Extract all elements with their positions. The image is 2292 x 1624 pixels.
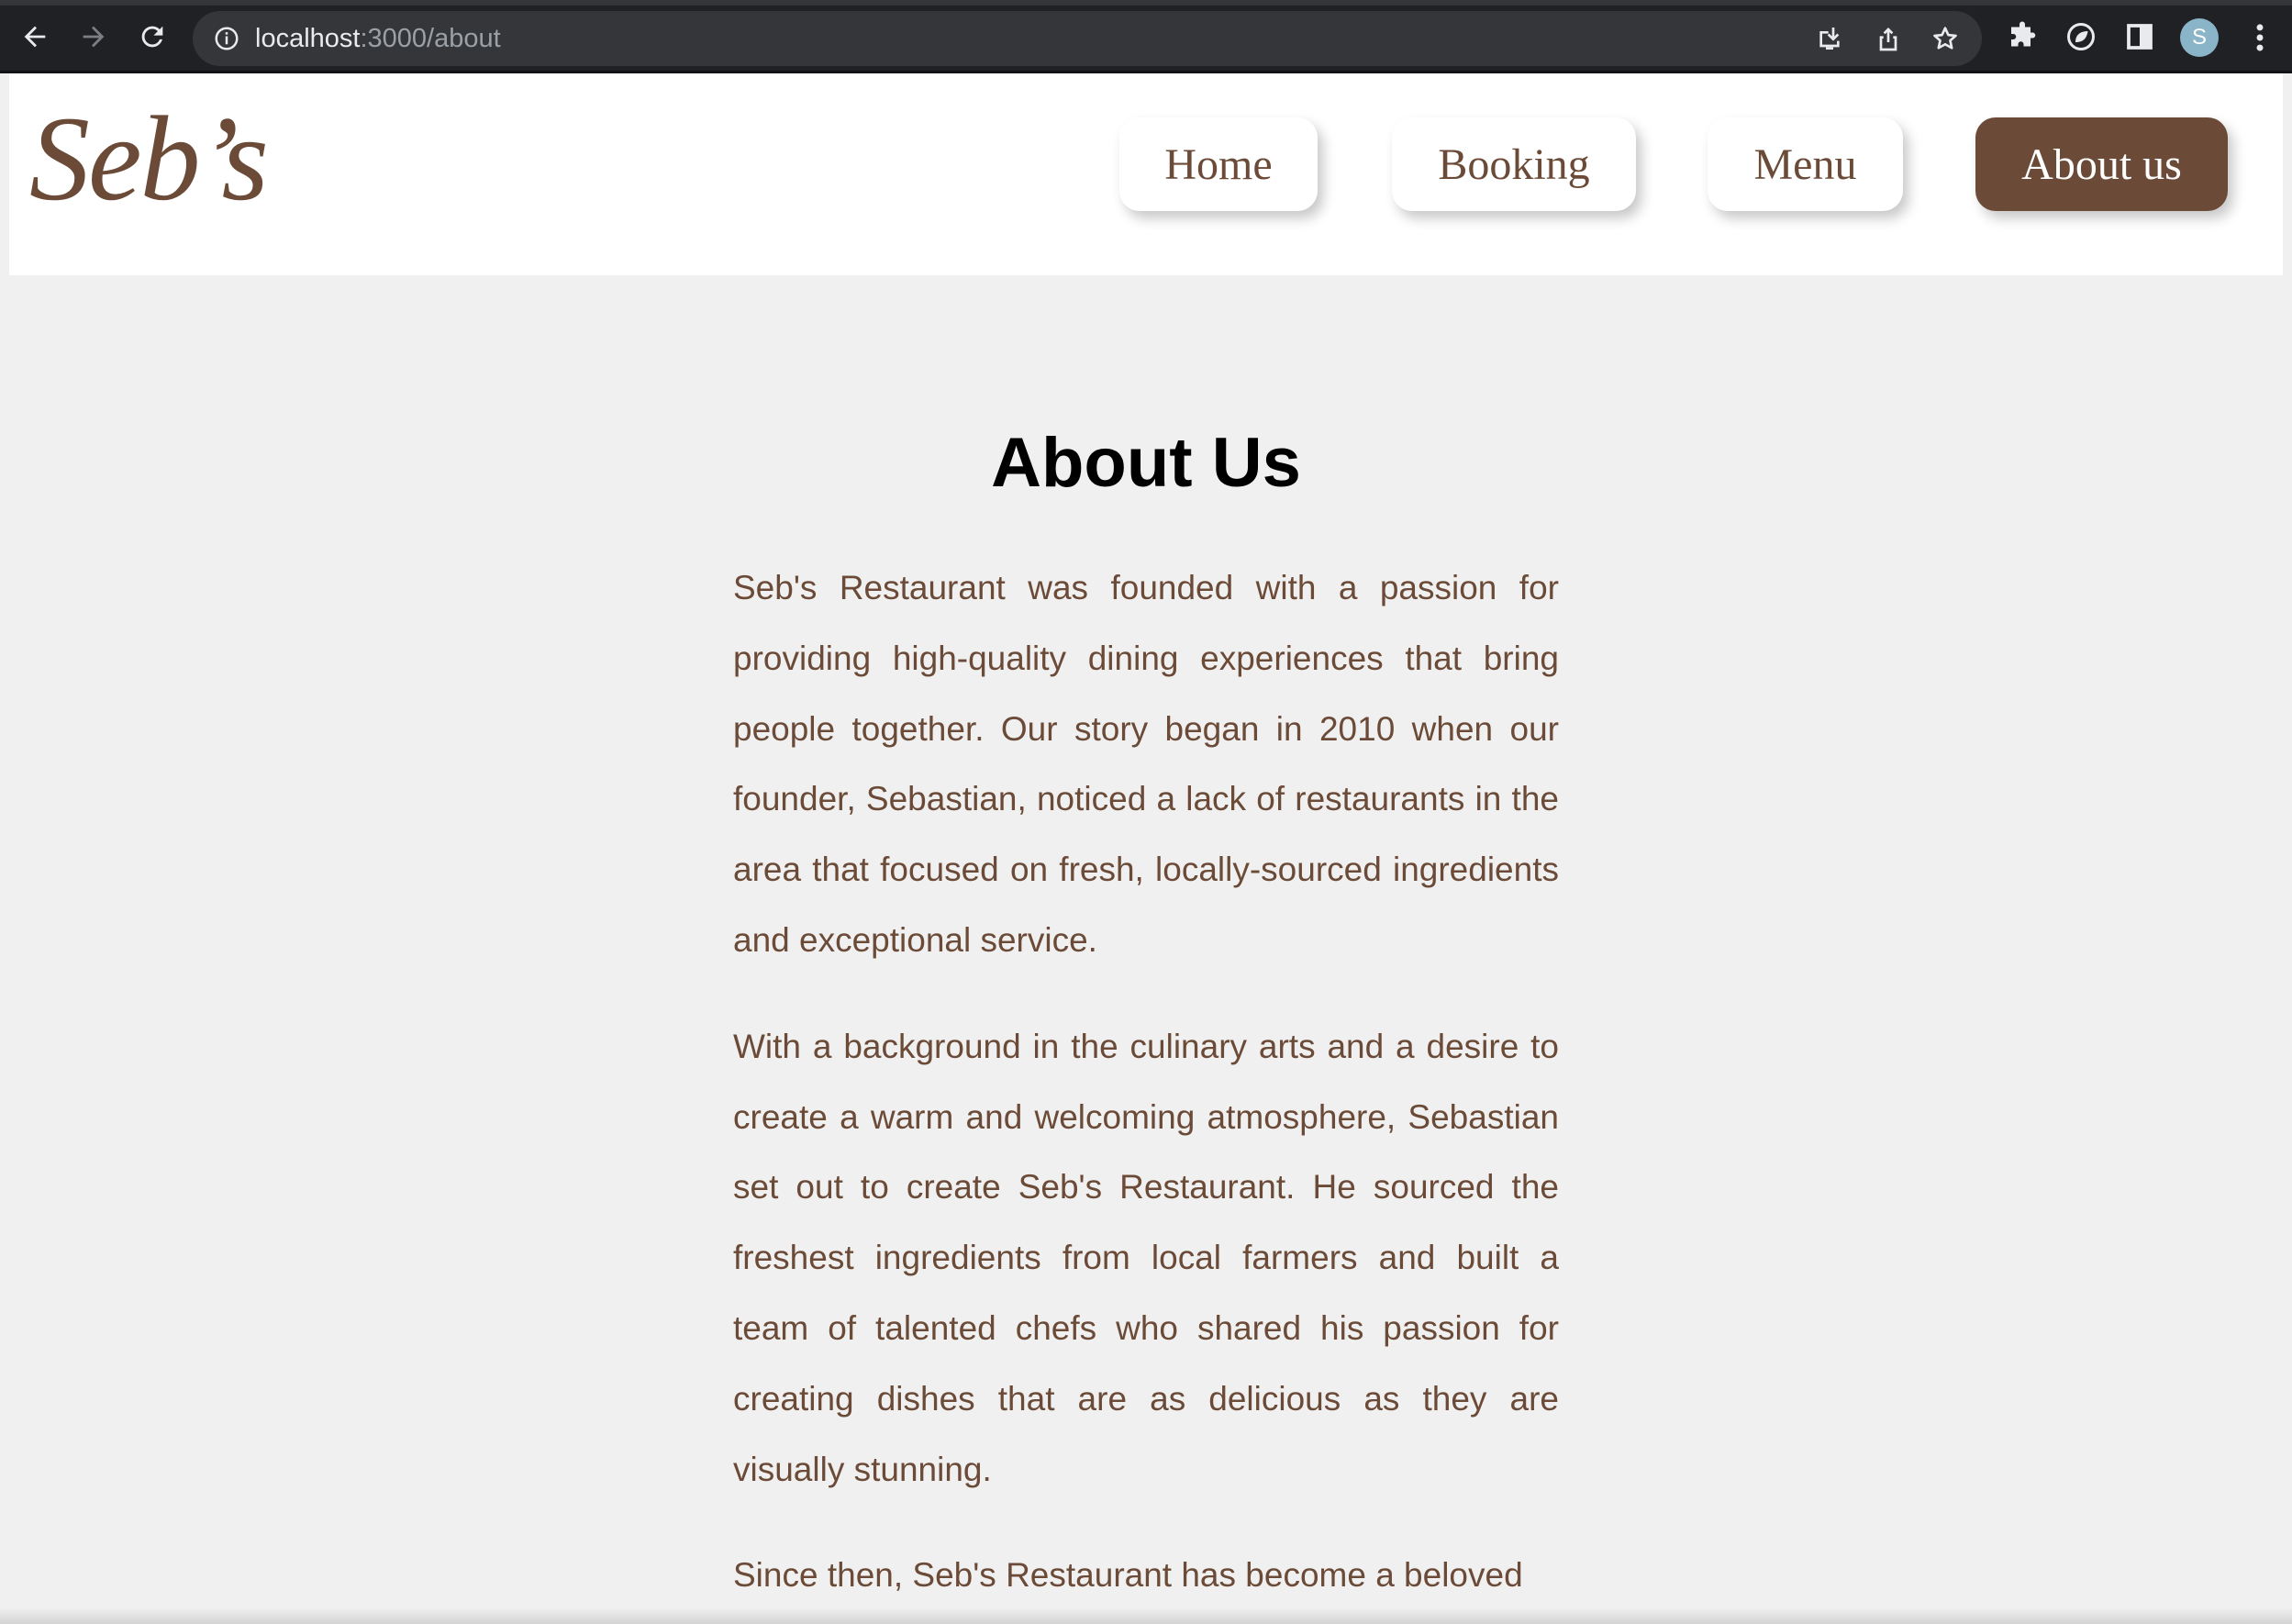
kebab-menu-icon[interactable] — [2246, 20, 2274, 55]
install-app-icon[interactable] — [1815, 24, 1844, 53]
back-arrow-icon[interactable] — [15, 17, 55, 57]
profile-avatar[interactable]: S — [2180, 18, 2219, 57]
forward-arrow-icon[interactable] — [73, 17, 114, 57]
url-host: localhost — [255, 24, 361, 53]
nav-about-button[interactable]: About us — [1975, 117, 2228, 211]
address-bar[interactable]: localhost:3000/about — [193, 11, 1982, 66]
site-logo[interactable]: Seb’s — [29, 90, 269, 228]
puzzle-icon[interactable] — [2006, 20, 2039, 53]
about-paragraph: With a background in the culinary arts a… — [733, 1027, 1559, 1488]
nav-menu-button[interactable]: Menu — [1708, 117, 1903, 211]
browser-toolbar: localhost:3000/about S — [0, 0, 2292, 73]
info-icon[interactable] — [213, 25, 240, 52]
url-text[interactable]: localhost:3000/about — [255, 24, 501, 53]
page-viewport: Seb’s Home Booking Menu About us About U… — [9, 73, 2283, 1624]
about-paragraph: Seb's Restaurant was founded with a pass… — [733, 569, 1559, 959]
page-title: About Us — [991, 424, 1301, 502]
site-header: Seb’s Home Booking Menu About us — [9, 73, 2283, 275]
star-icon[interactable] — [1930, 24, 1960, 53]
about-paragraph: Since then, Seb's Restaurant has become … — [733, 1556, 1523, 1595]
leaf-extension-icon[interactable] — [2064, 20, 2097, 53]
side-panel-icon[interactable] — [2123, 20, 2156, 53]
bottom-edge-shadow — [0, 1607, 2292, 1624]
nav-booking-button[interactable]: Booking — [1392, 117, 1636, 211]
reload-icon[interactable] — [132, 17, 172, 57]
about-content: About Us Seb's Restaurant was founded wi… — [733, 422, 1559, 1611]
tab-strip — [0, 0, 2292, 6]
url-path: :3000/about — [360, 24, 501, 53]
nav-home-button[interactable]: Home — [1119, 117, 1318, 211]
share-icon[interactable] — [1874, 24, 1903, 53]
